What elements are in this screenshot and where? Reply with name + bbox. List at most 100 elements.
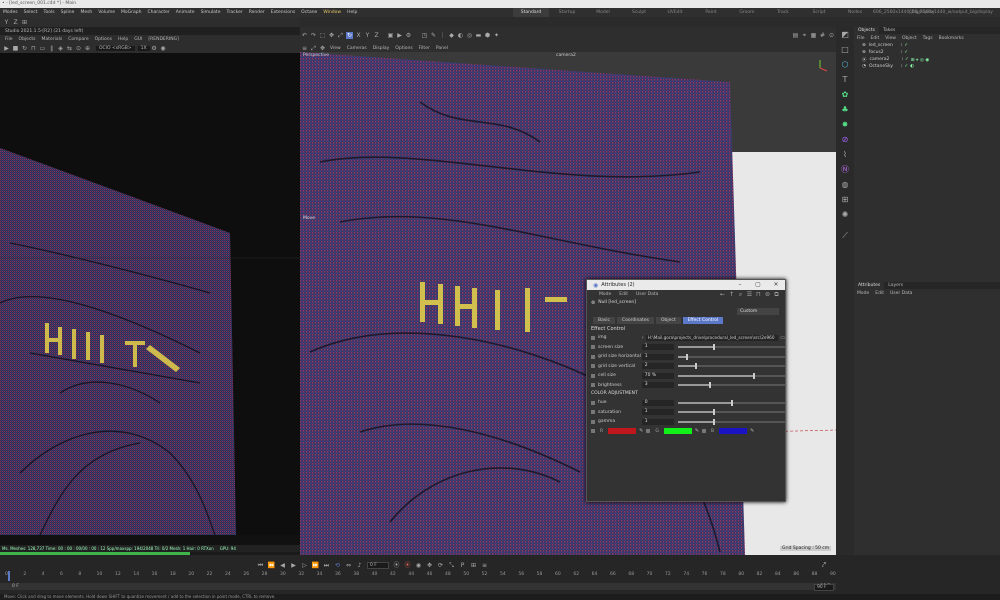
attr-window-titlebar[interactable]: ◉ Attributes (2) – ▢ ✕ — [587, 280, 785, 290]
swap-icon[interactable]: ⇆ — [66, 45, 73, 52]
param-value-field[interactable]: 1 — [641, 409, 674, 416]
pause-icon[interactable]: ∥ — [48, 45, 55, 52]
attr-tab[interactable]: Coordinates — [616, 317, 654, 324]
sphere-icon[interactable]: ◍ — [840, 181, 850, 191]
check-icon[interactable]: ✓ — [904, 43, 908, 48]
slider-knob[interactable] — [686, 353, 689, 360]
object-row[interactable]: ⦿ camera2 ⁝ ✓ ⊞ ⌖ ◎ ◉ — [854, 56, 1000, 63]
am-tab[interactable]: Layers — [884, 282, 907, 289]
volume-icon[interactable]: Ⓝ — [840, 166, 850, 176]
search-icon[interactable]: ⊙ — [828, 32, 835, 39]
select-icon[interactable]: ⬚ — [319, 32, 326, 39]
ocio-select[interactable]: OCIO <sRGB> — [96, 45, 135, 51]
attr-menu-item[interactable]: User Data — [632, 292, 662, 297]
param-value-field[interactable]: 0 — [641, 399, 674, 406]
view-layout-icon[interactable]: ▤ — [792, 32, 799, 39]
menu-item[interactable]: Select — [21, 8, 41, 17]
anim-toggle-icon[interactable] — [591, 354, 595, 359]
region-icon[interactable]: ▭ — [39, 45, 46, 52]
param-slider[interactable] — [677, 382, 786, 389]
next-frame-icon[interactable]: ▷ — [300, 562, 309, 569]
viewport-menu-item[interactable]: Options — [392, 46, 415, 51]
bookmark-icon[interactable]: ☰ — [746, 291, 753, 298]
lv-menu-item[interactable]: [RENDERING] — [145, 37, 181, 42]
prev-frame-icon[interactable]: ◀ — [278, 562, 287, 569]
grid-icon[interactable]: # — [819, 32, 826, 39]
visibility-icon[interactable]: ⁝ — [901, 50, 902, 55]
slider-knob[interactable] — [713, 344, 716, 351]
attr-tab[interactable]: Effect Control — [682, 317, 724, 324]
boole-icon[interactable]: ⊞ — [840, 196, 850, 206]
anim-toggle-icon[interactable] — [591, 400, 595, 405]
anim-toggle-icon[interactable] — [591, 383, 595, 388]
zaxis-lock-icon[interactable]: Z — [373, 32, 380, 39]
param-slider[interactable] — [677, 353, 786, 360]
picker-icon[interactable]: ✎ — [695, 428, 699, 434]
goto-start-icon[interactable]: ⏮ — [256, 562, 265, 569]
play-forward-icon[interactable]: ▶ — [289, 562, 298, 569]
camera-icon[interactable]: ◉ — [160, 45, 167, 52]
lv-menu-item[interactable]: Options — [92, 37, 115, 42]
menu-item[interactable]: Help — [344, 8, 360, 17]
menu-item[interactable]: Spline — [58, 8, 78, 17]
up-icon[interactable]: ↑ — [728, 291, 735, 298]
playhead[interactable] — [8, 571, 10, 581]
model-mode-icon[interactable]: □ — [840, 46, 850, 56]
lv-menu-item[interactable]: File — [2, 37, 16, 42]
anim-toggle-icon[interactable] — [702, 429, 707, 434]
param-slider[interactable] — [677, 409, 786, 416]
menu-item[interactable]: Animate — [173, 8, 198, 17]
param-value-field[interactable]: 1 — [641, 353, 674, 360]
sky-tag-icon[interactable]: ◐ — [910, 64, 914, 69]
range-start[interactable]: 0 F — [12, 584, 19, 589]
slider-knob[interactable] — [708, 382, 711, 389]
layout-tab[interactable]: Script — [801, 8, 837, 17]
deformer-icon[interactable]: ◐ — [457, 32, 464, 39]
am-menu-item[interactable]: Edit — [872, 291, 887, 296]
visibility-icon[interactable]: ⁝ — [902, 57, 903, 62]
subdiv-icon[interactable]: ◆ — [448, 32, 455, 39]
spline-icon[interactable]: ⌇ — [840, 151, 850, 161]
layout-tab[interactable]: Track — [765, 8, 801, 17]
undo-icon[interactable]: ↶ — [301, 32, 308, 39]
param-value-field[interactable]: 3 — [641, 382, 674, 389]
attr-tab[interactable]: Basic — [593, 317, 615, 324]
menu-item[interactable]: Character — [145, 8, 173, 17]
pen-icon[interactable]: ✎ — [430, 32, 437, 39]
anim-toggle-icon[interactable] — [591, 335, 595, 340]
menu-item[interactable]: Extensions — [268, 8, 298, 17]
key-scale-icon[interactable]: ⤡ — [447, 562, 456, 569]
om-menu-item[interactable]: Object — [899, 36, 920, 41]
layout-tab[interactable]: Startup — [549, 8, 585, 17]
green-swatch[interactable] — [663, 428, 692, 435]
zaxis-icon[interactable]: Z — [12, 19, 19, 26]
viewport-menu-item[interactable]: Panel — [433, 46, 451, 51]
timeline-curve-icon[interactable]: ⤤ — [822, 561, 826, 570]
om-menu-item[interactable]: File — [854, 36, 868, 41]
layout-tab[interactable]: UVEdit — [657, 8, 693, 17]
stop-icon[interactable]: ■ — [12, 45, 19, 52]
om-menu-item[interactable]: Bookmarks — [936, 36, 967, 41]
object-row[interactable]: ⊗ led_screen ⁝ ✓ — [854, 42, 1000, 49]
focus-icon[interactable]: ⊙ — [75, 45, 82, 52]
attr-menu-item[interactable]: Mode — [595, 292, 615, 297]
param-slider[interactable] — [677, 363, 786, 370]
menu-item[interactable]: Tools — [41, 8, 58, 17]
snap-icon[interactable]: ⌖ — [801, 32, 808, 39]
expand-icon[interactable]: › — [642, 335, 644, 341]
magnet-icon[interactable]: ⟋ — [840, 232, 850, 242]
visibility-icon[interactable]: ⁝ — [901, 64, 902, 69]
play-icon[interactable]: ▶ — [3, 45, 10, 52]
viewport-menu-item[interactable]: View — [327, 46, 344, 51]
key-param-icon[interactable]: P — [458, 562, 467, 569]
menu-item[interactable]: Modes — [0, 8, 21, 17]
param-slider[interactable] — [677, 344, 786, 351]
timeline-ruler[interactable]: 0 2 4 6 8 10 12 14 16 18 20 22 24 26 28 30 32 34 36 38 40 42 4… — [5, 571, 836, 582]
autokey-icon[interactable]: ⦿ — [403, 562, 412, 569]
layout-tab[interactable]: Groom — [729, 8, 765, 17]
zoom-icon[interactable]: ⊕ — [84, 45, 91, 52]
attr-tab[interactable]: Object — [655, 317, 681, 324]
anim-toggle-icon[interactable] — [591, 373, 595, 378]
img-path-field[interactable]: H:\Mail.gora\projects_drive\procedural_l… — [645, 334, 779, 341]
settings-icon[interactable]: ⚙ — [151, 45, 158, 52]
